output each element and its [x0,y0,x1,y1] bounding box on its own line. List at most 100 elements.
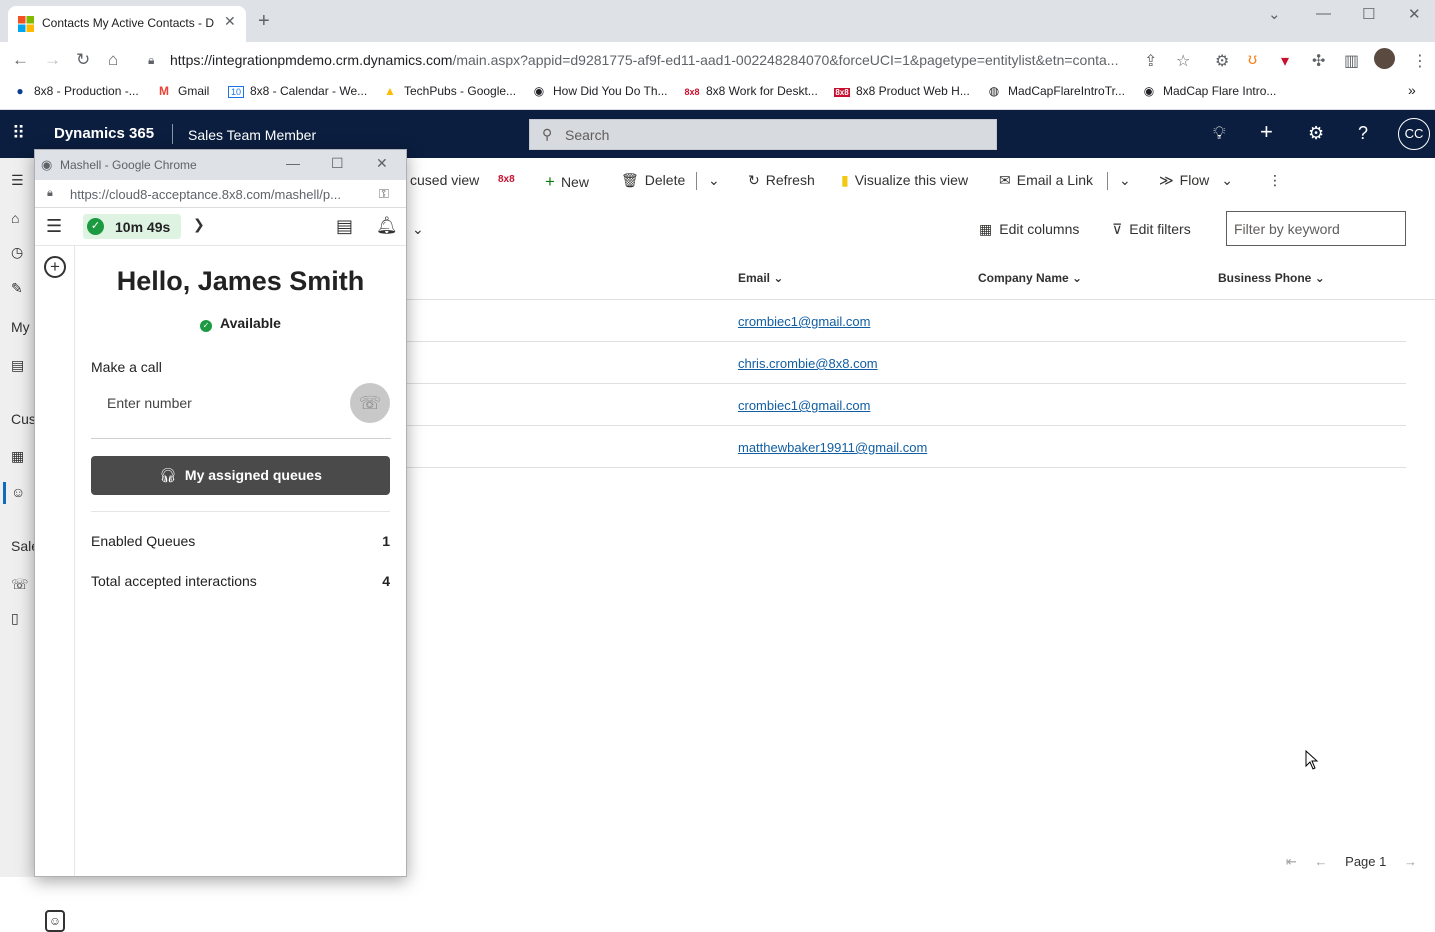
home-icon[interactable]: ⌂ [11,210,19,226]
extensions-puzzle-icon[interactable]: ✣ [1312,51,1325,71]
hamburger-menu-icon[interactable]: ☰ [11,172,24,189]
recent-clock-icon[interactable]: ◷ [11,244,23,261]
popup-maximize-icon[interactable]: ☐ [331,155,344,172]
contacts-person-icon[interactable]: ☺ [11,484,25,500]
extension-j-icon[interactable]: ʊ [1248,51,1257,69]
new-label: New [560,174,589,190]
popup-minimize-icon[interactable]: — [286,155,300,171]
app-launcher-icon[interactable]: ⠿ [12,123,25,144]
more-email-chevron-icon[interactable]: ⌄ [1119,172,1131,189]
maximize-icon[interactable]: ☐ [1362,5,1375,23]
chart-icon: ▮ [841,172,849,188]
tab-search-icon[interactable]: ⌄ [1268,5,1281,23]
email-link[interactable]: crombiec1@gmail.com [738,314,870,329]
minimize-icon[interactable]: — [1316,5,1331,22]
contacts-book-icon[interactable]: ☺ [45,910,65,932]
extension-gear-icon[interactable]: ⚙ [1215,51,1229,71]
forward-icon[interactable]: → [44,50,61,70]
first-page-icon[interactable]: ⇤ [1286,854,1297,869]
help-icon[interactable]: ? [1358,123,1368,144]
status-chevron-down-icon[interactable]: ❯ [193,216,205,233]
8x8-button[interactable]: 8x8 [498,174,515,185]
more-commands-icon[interactable]: ⋮ [1268,172,1282,189]
side-panel-icon[interactable]: ▥ [1344,51,1359,71]
browser-tab[interactable]: Contacts My Active Contacts - D ✕ [8,6,246,42]
status-timer[interactable]: ✓ 10m 49s [83,214,181,239]
next-page-icon[interactable]: → [1404,854,1417,869]
more-bookmarks-icon[interactable]: » [1408,82,1416,98]
popup-address-bar[interactable]: 🔒︎ https://cloud8-acceptance.8x8.com/mas… [35,180,406,208]
email-link[interactable]: chris.crombie@8x8.com [738,356,878,371]
call-phone-icon[interactable]: ☏ [350,383,390,423]
product-name[interactable]: Dynamics 365 [54,125,154,142]
back-icon[interactable]: ← [12,50,29,70]
close-tab-icon[interactable]: ✕ [224,13,236,30]
bookmark-item[interactable]: ● 8x8 - Production -... [12,84,138,98]
bookmark-item[interactable]: ◉ MadCap Flare Intro... [1141,84,1277,98]
app-name[interactable]: Sales Team Member [188,127,316,143]
delete-button[interactable]: 🗑︎ Delete [621,172,685,189]
hamburger-menu-icon[interactable]: ☰ [46,216,62,237]
trash-icon: 🗑︎ [621,172,639,188]
refresh-label: Refresh [765,172,815,188]
add-circle-icon[interactable]: + [44,256,66,278]
bookmark-item[interactable]: M Gmail [156,84,209,98]
address-bar[interactable]: https://integrationpmdemo.crm.dynamics.c… [170,52,1118,68]
phone-number-input[interactable]: Enter number ☏ [91,383,391,439]
email-link-button[interactable]: ✉ Email a Link [999,172,1093,189]
close-window-icon[interactable]: ✕ [1408,5,1421,23]
lightbulb-icon[interactable]: 💡︎ [1213,123,1226,144]
view-selector-chevron-icon[interactable]: ⌄ [412,221,424,238]
header-divider [172,124,173,144]
column-header-email[interactable]: Email ⌄ [738,271,783,285]
flow-button[interactable]: ≫ Flow ⌄ [1159,172,1239,189]
bookmark-item[interactable]: 8x8 8x8 Product Web H... [834,84,970,98]
bookmark-item[interactable]: ◉ How Did You Do Th... [531,84,668,98]
key-icon[interactable]: ⚿ [379,186,389,202]
global-search-input[interactable]: ⚲ Search [529,119,997,150]
bookmark-label: 8x8 Product Web H... [856,84,970,98]
edit-columns-button[interactable]: ▦ Edit columns [979,221,1079,238]
reload-icon[interactable]: ↻ [76,50,90,70]
user-avatar[interactable]: CC [1398,118,1430,150]
email-link[interactable]: matthewbaker19911@gmail.com [738,440,927,455]
activities-icon[interactable]: ▤ [11,357,24,374]
left-navigation: ☰ ⌂ ◷ ✎ My ▤ Cus ▦ ☺ Sale ☏ ▯ [0,158,39,877]
filter-keyword-input[interactable]: Filter by keyword [1226,211,1406,246]
new-tab-icon[interactable]: + [258,10,270,33]
more-delete-chevron-icon[interactable]: ⌄ [708,172,720,189]
bell-icon[interactable]: 🔔︎ [376,216,398,236]
url-host: https://integrationpmdemo.crm.dynamics.c… [170,52,453,68]
popup-close-icon[interactable]: ✕ [376,155,388,172]
bookmark-item[interactable]: 8x8 8x8 Work for Deskt... [684,84,817,98]
column-header-company[interactable]: Company Name ⌄ [978,271,1082,285]
chrome-menu-icon[interactable]: ⋮ [1412,51,1428,71]
pin-icon[interactable]: ✎ [11,280,23,297]
refresh-button[interactable]: ↻ Refresh [748,172,815,189]
plus-icon[interactable]: + [1260,119,1273,145]
assigned-queues-button[interactable]: 🎧︎ My assigned queues [91,456,390,495]
email-link[interactable]: crombiec1@gmail.com [738,398,870,413]
new-button[interactable]: + New [545,172,589,192]
row-divider [407,425,1406,426]
visualize-button[interactable]: ▮ Visualize this view [841,172,968,189]
lock-icon[interactable]: 🔒︎ [148,53,154,68]
bookmark-item[interactable]: ◍ MadCapFlareIntroTr... [986,84,1125,98]
share-icon[interactable]: ⇪ [1144,51,1157,71]
home-icon[interactable]: ⌂ [108,50,118,70]
previous-page-icon[interactable]: ← [1315,854,1328,869]
column-header-business-phone[interactable]: Business Phone ⌄ [1218,271,1325,285]
focused-view-button[interactable]: cused view [410,172,479,188]
accounts-icon[interactable]: ▦ [11,448,24,465]
settings-gear-icon[interactable]: ⚙ [1308,123,1324,144]
profile-avatar-icon[interactable] [1374,48,1395,69]
edit-filters-button[interactable]: ⊽ Edit filters [1112,221,1191,238]
extension-8x8-icon[interactable]: ▾ [1281,51,1289,71]
bookmark-item[interactable]: ▲ TechPubs - Google... [382,84,516,98]
leads-phone-icon[interactable]: ☏ [11,576,29,593]
layout-icon[interactable]: ▤ [336,216,353,237]
row-divider [407,467,1406,468]
bookmark-item[interactable]: 10 8x8 - Calendar - We... [228,84,367,98]
bookmark-star-icon[interactable]: ☆ [1176,51,1190,71]
opportunities-icon[interactable]: ▯ [11,610,19,627]
